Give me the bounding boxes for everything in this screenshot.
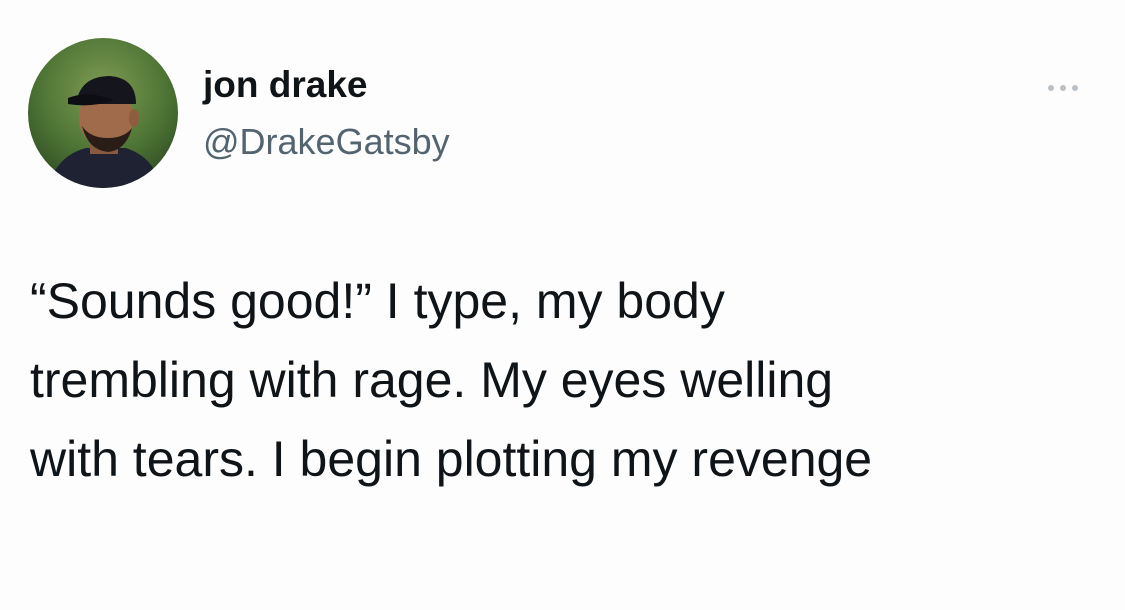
more-options-icon	[1048, 85, 1078, 91]
author-avatar[interactable]	[28, 38, 178, 188]
profile-photo-icon	[28, 38, 178, 188]
tweet-text: “Sounds good!” I type, my body trembling…	[30, 262, 1110, 499]
author-handle[interactable]: @DrakeGatsby	[203, 124, 450, 160]
tweet-card: jon drake @DrakeGatsby “Sounds good!” I …	[0, 0, 1125, 610]
tweet-text-line: with tears. I begin plotting my revenge	[30, 431, 873, 487]
more-options-button[interactable]	[1040, 74, 1086, 102]
tweet-text-line: trembling with rage. My eyes welling	[30, 352, 834, 408]
author-name[interactable]: jon drake	[203, 66, 368, 103]
tweet-text-line: “Sounds good!” I type, my body	[30, 273, 725, 329]
